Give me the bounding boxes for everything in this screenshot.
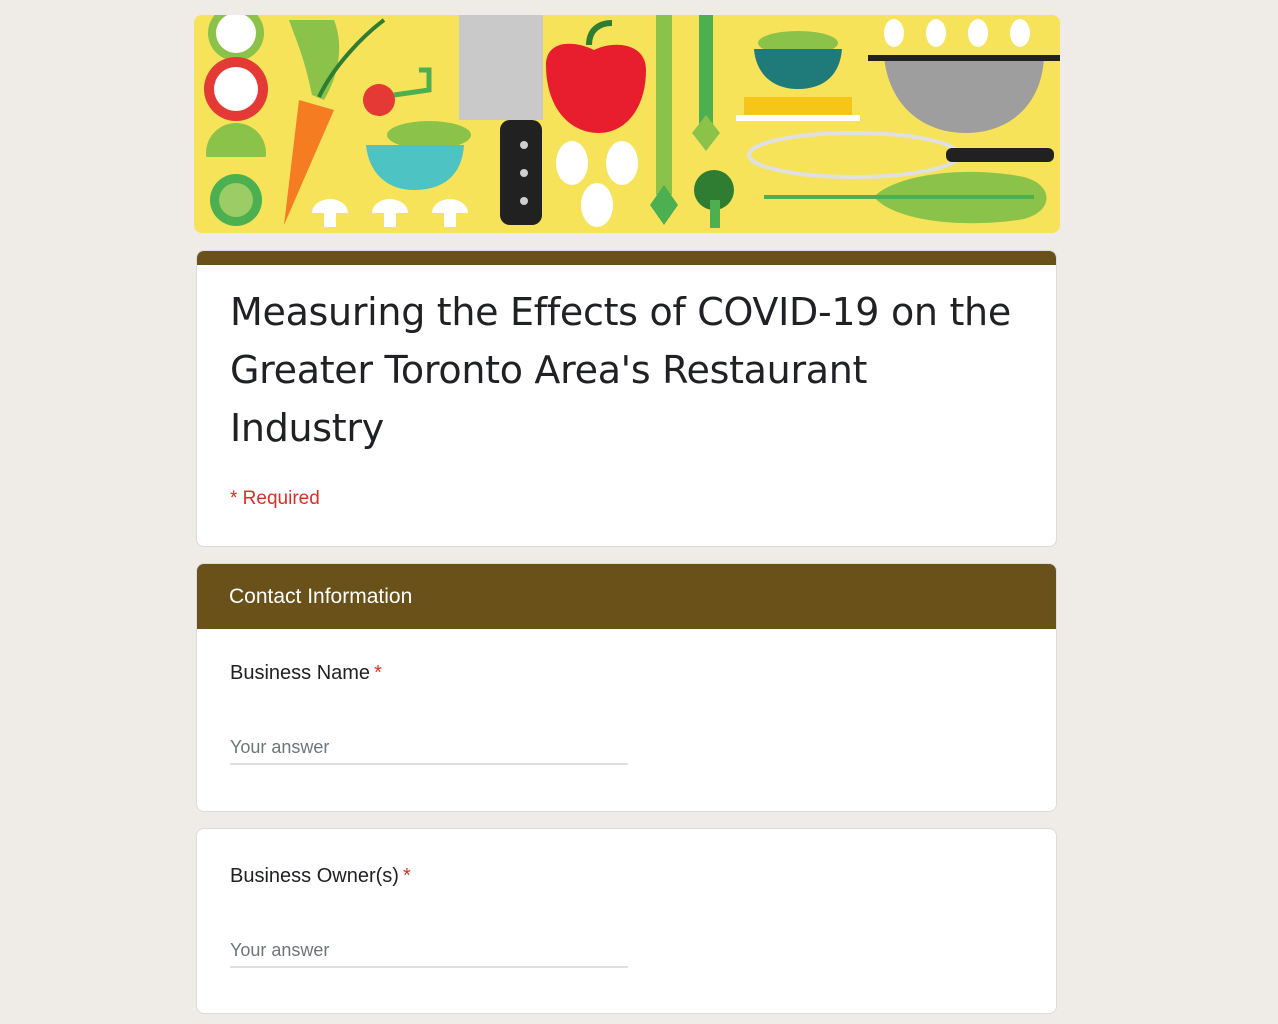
business-name-question: Business Name * [230, 662, 382, 685]
section-title: Contact Information [229, 584, 413, 608]
contact-information-section: Contact Information Business Name * [196, 563, 1057, 812]
required-note: * Required [230, 488, 320, 509]
header-banner-image [194, 15, 1060, 233]
business-owner-question-card: Business Owner(s) * [196, 828, 1057, 1014]
form-title-card: Measuring the Effects of COVID-19 on the… [196, 250, 1057, 547]
required-asterisk: * [374, 662, 382, 684]
form-page: Measuring the Effects of COVID-19 on the… [0, 0, 1278, 1024]
business-name-input[interactable] [230, 731, 628, 765]
form-title: Measuring the Effects of COVID-19 on the… [230, 290, 1011, 450]
business-owner-question: Business Owner(s) * [230, 865, 411, 888]
food-illustration [194, 15, 1060, 233]
business-owner-input[interactable] [230, 934, 628, 968]
required-asterisk: * [402, 865, 411, 887]
question-label: Business Name [230, 662, 371, 684]
title-card-accent-bar [197, 251, 1056, 265]
question-label: Business Owner(s) [230, 865, 399, 887]
section-header: Contact Information [197, 564, 1056, 629]
